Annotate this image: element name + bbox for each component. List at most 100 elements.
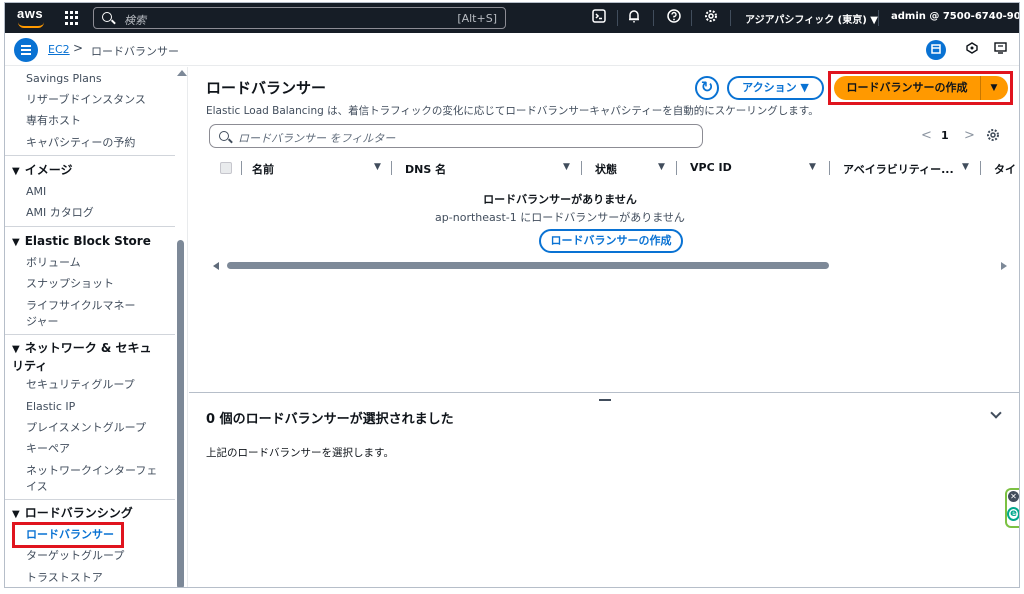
- floating-widget[interactable]: ✕ e: [1005, 488, 1019, 528]
- search-placeholder: 検索: [124, 14, 146, 27]
- create-load-balancer-button[interactable]: ロードバランサーの作成 ▼: [834, 76, 1008, 100]
- search-shortcut-hint: [Alt+S]: [457, 12, 497, 25]
- actions-button[interactable]: アクション ▼: [727, 76, 824, 100]
- search-icon: [102, 12, 112, 22]
- main-content: ロードバランサー Elastic Load Balancing は、着信トラフィ…: [189, 67, 1019, 587]
- sidebar-item-reserved-instances[interactable]: リザーブドインスタンス: [26, 93, 146, 107]
- aws-logo-text: aws: [17, 6, 44, 21]
- sidebar-navigation: Savings Plans リザーブドインスタンス 専有ホスト キャパシティーの…: [5, 67, 188, 587]
- scrollbar-thumb[interactable]: [177, 240, 184, 587]
- sort-icon[interactable]: ▼: [563, 162, 570, 172]
- empty-create-load-balancer-button[interactable]: ロードバランサーの作成: [539, 229, 683, 253]
- aws-smile-icon: [18, 22, 44, 28]
- next-page-button[interactable]: >: [964, 128, 975, 143]
- sidebar-item-placement-groups[interactable]: プレイスメントグループ: [26, 421, 146, 435]
- caret-down-icon: ▼: [12, 509, 20, 520]
- settings-icon[interactable]: [702, 9, 720, 27]
- global-search-input[interactable]: 検索 [Alt+S]: [93, 7, 506, 29]
- section-title: Elastic Block Store: [24, 234, 151, 248]
- sidebar-item-ami-catalog[interactable]: AMI カタログ: [26, 206, 94, 220]
- sidebar-section-load-balancing[interactable]: ▼ ロードバランシング: [12, 505, 133, 523]
- refresh-button[interactable]: ↻: [695, 76, 719, 100]
- horizontal-scrollbar[interactable]: [209, 260, 1009, 272]
- cloudshell-icon[interactable]: [590, 9, 608, 27]
- select-all-checkbox[interactable]: [220, 162, 232, 174]
- chevron-right-icon: >: [73, 41, 84, 55]
- page-title: ロードバランサー: [206, 79, 327, 97]
- sidebar-item-security-groups[interactable]: セキュリティグループ: [26, 378, 135, 392]
- page-number[interactable]: 1: [941, 129, 949, 142]
- sort-icon[interactable]: ▼: [962, 162, 969, 172]
- breadcrumb-bar: EC2 > ロードバランサー: [5, 33, 1019, 66]
- sidebar-item-ami[interactable]: AMI: [26, 185, 46, 199]
- help-icon[interactable]: [665, 9, 683, 27]
- bell-icon[interactable]: [625, 9, 643, 27]
- sidebar-item-lifecycle-manager[interactable]: ライフサイクルマネージャー: [26, 298, 136, 330]
- services-grid-icon[interactable]: [65, 11, 79, 25]
- scroll-up-icon[interactable]: [177, 70, 187, 76]
- refresh-icon: ↻: [700, 78, 714, 96]
- sidebar-item-load-balancers[interactable]: ロードバランサー: [26, 528, 114, 542]
- table-settings-icon[interactable]: [986, 127, 1002, 143]
- sidebar-item-trust-stores[interactable]: トラストストア: [26, 571, 103, 585]
- sidebar-item-volumes[interactable]: ボリューム: [26, 256, 81, 270]
- sort-icon[interactable]: ▼: [809, 162, 816, 172]
- sidebar-item-elastic-ip[interactable]: Elastic IP: [26, 400, 75, 414]
- column-header-name[interactable]: 名前: [252, 161, 274, 177]
- split-panel-title: 0 個のロードバランサーが選択されました: [206, 412, 454, 427]
- sidebar-section-images[interactable]: ▼ イメージ: [12, 162, 72, 180]
- scrollbar-thumb[interactable]: [227, 262, 829, 269]
- navigation-menu-button[interactable]: [14, 38, 38, 62]
- notifications-panel-icon[interactable]: [962, 40, 982, 60]
- caret-down-icon: ▼: [12, 166, 20, 177]
- scroll-left-icon[interactable]: [213, 262, 219, 270]
- close-icon[interactable]: ✕: [1008, 491, 1019, 502]
- sidebar-item-capacity-reservations[interactable]: キャパシティーの予約: [26, 136, 135, 150]
- section-title: ロードバランシング: [24, 506, 133, 520]
- sort-icon[interactable]: ▼: [374, 162, 381, 172]
- caret-down-icon: ▼: [12, 344, 20, 355]
- column-header-state[interactable]: 状態: [595, 161, 617, 177]
- sidebar-item-savings-plans[interactable]: Savings Plans: [26, 72, 102, 86]
- column-header-vpc-id[interactable]: VPC ID: [690, 161, 732, 174]
- column-header-dns[interactable]: DNS 名: [405, 161, 446, 177]
- console-panel-icon[interactable]: [990, 40, 1010, 60]
- column-header-type[interactable]: タイ: [994, 161, 1016, 177]
- chevron-down-icon[interactable]: [990, 407, 1002, 419]
- sidebar-section-ebs[interactable]: ▼ Elastic Block Store: [12, 233, 151, 251]
- region-selector[interactable]: アジアパシフィック (東京) ▼: [745, 11, 878, 26]
- sidebar-item-network-interfaces[interactable]: ネットワークインターフェイス: [26, 463, 161, 495]
- account-menu[interactable]: admin @ 7500-6740-9009 ▼: [891, 11, 1019, 22]
- section-title: イメージ: [24, 163, 73, 177]
- prev-page-button[interactable]: <: [921, 128, 932, 143]
- sidebar-scrollbar[interactable]: [175, 67, 187, 587]
- top-navigation-bar: aws 検索 [Alt+S] アジアパシフィック (東京) ▼ admin @ …: [5, 3, 1019, 33]
- section-title: ネットワーク & セキュリティ: [12, 341, 152, 373]
- breadcrumb-ec2-link[interactable]: EC2: [48, 43, 70, 56]
- sidebar-item-dedicated-hosts[interactable]: 専有ホスト: [26, 114, 81, 128]
- app-frame: aws 検索 [Alt+S] アジアパシフィック (東京) ▼ admin @ …: [4, 2, 1020, 588]
- empty-state-title: ロードバランサーがありません: [483, 193, 637, 206]
- sidebar-item-key-pairs[interactable]: キーペア: [26, 442, 70, 456]
- empty-state-description: ap-northeast-1 にロードバランサーがありません: [435, 211, 685, 224]
- sidebar-section-network-security[interactable]: ▼ ネットワーク & セキュリティ: [12, 340, 152, 374]
- column-header-availability-zone[interactable]: アベイラビリティー...: [843, 161, 954, 177]
- extension-icon[interactable]: e: [1007, 507, 1019, 521]
- filter-placeholder: ロードバランサー をフィルター: [238, 132, 396, 145]
- aws-logo[interactable]: aws: [17, 7, 47, 29]
- sidebar-item-snapshots[interactable]: スナップショット: [26, 277, 114, 291]
- scroll-right-icon[interactable]: [1001, 262, 1007, 270]
- table-header: 名前 ▼ DNS 名 ▼ 状態 ▼ VPC ID ▼ アベイラビリティー... …: [209, 157, 1019, 179]
- split-panel-description: 上記のロードバランサーを選択します。: [206, 447, 394, 459]
- search-icon: [219, 131, 229, 141]
- caret-down-icon[interactable]: ▼: [982, 76, 1006, 100]
- resize-handle[interactable]: [599, 399, 611, 401]
- info-panel-icon[interactable]: [926, 40, 946, 60]
- sort-icon[interactable]: ▼: [658, 162, 665, 172]
- page-description: Elastic Load Balancing は、着信トラフィックの変化に応じて…: [206, 105, 819, 117]
- sidebar-item-target-groups[interactable]: ターゲットグループ: [26, 549, 124, 563]
- caret-down-icon: ▼: [12, 237, 20, 248]
- breadcrumb-current: ロードバランサー: [91, 45, 179, 58]
- filter-input[interactable]: ロードバランサー をフィルター: [209, 124, 703, 148]
- split-panel: 0 個のロードバランサーが選択されました 上記のロードバランサーを選択します。: [189, 392, 1019, 587]
